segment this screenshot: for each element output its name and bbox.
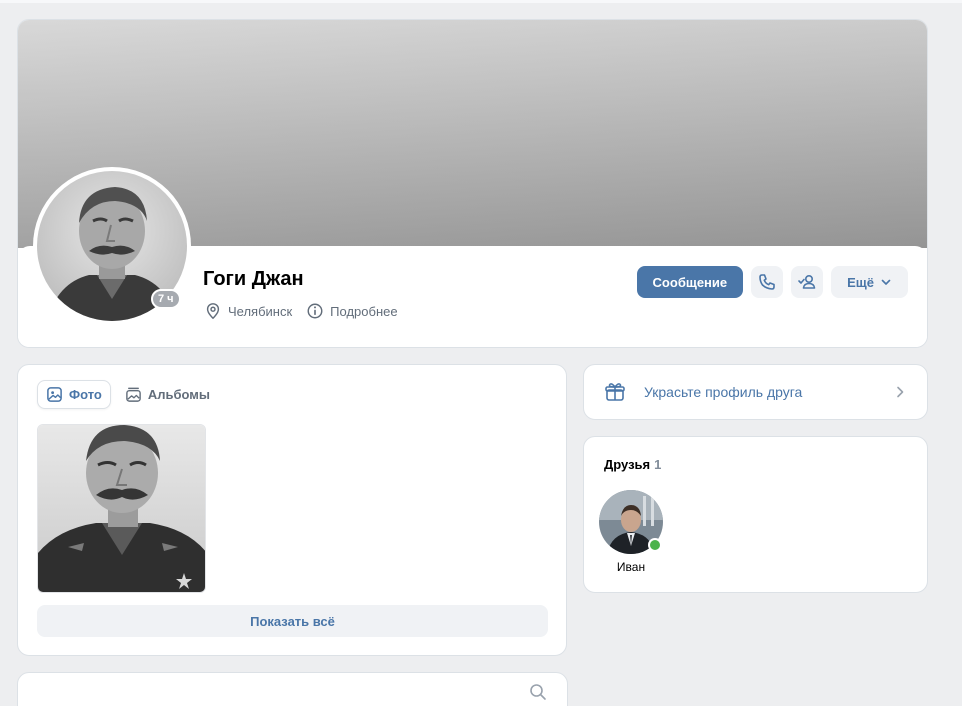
city-label: Челябинск	[228, 303, 293, 319]
image-icon	[47, 387, 62, 402]
decorate-profile-card[interactable]: Украсьте профиль друга	[583, 364, 928, 420]
photos-card: Фото Альбомы Показать всё	[17, 364, 567, 656]
tab-photos-label: Фото	[69, 387, 102, 402]
decorate-profile-label: Украсьте профиль друга	[644, 384, 803, 400]
last-seen-badge: 7 ч	[151, 289, 181, 309]
tab-albums[interactable]: Альбомы	[117, 380, 218, 409]
friends-count: 1	[654, 457, 662, 472]
city-item[interactable]: Челябинск	[204, 302, 292, 320]
tab-photos[interactable]: Фото	[37, 380, 111, 409]
albums-icon	[126, 387, 141, 402]
profile-name: Гоги Джан	[203, 268, 304, 290]
friend-name: Иван	[616, 560, 646, 574]
portrait-photo-image	[38, 425, 205, 592]
profile-actions: Сообщение Ещё	[636, 266, 908, 298]
photo-thumbnail[interactable]	[37, 424, 206, 593]
top-bar-strip	[0, 0, 962, 3]
friend-status-button[interactable]	[791, 266, 824, 298]
wall-search-card	[17, 672, 568, 706]
search-icon[interactable]	[529, 683, 547, 701]
gift-icon	[605, 383, 625, 401]
message-button[interactable]: Сообщение	[636, 266, 744, 298]
tab-albums-label: Альбомы	[147, 387, 211, 402]
location-pin-icon	[206, 303, 220, 320]
profile-meta: Челябинск Подробнее	[204, 302, 412, 320]
online-indicator	[648, 538, 662, 552]
friends-header[interactable]: Друзья 1	[604, 457, 661, 472]
chevron-down-icon	[881, 279, 891, 285]
info-icon	[307, 303, 323, 319]
chevron-right-icon	[897, 386, 904, 398]
user-check-icon	[798, 274, 816, 289]
more-label: Ещё	[847, 274, 874, 290]
phone-icon	[759, 274, 775, 290]
friend-item[interactable]: Иван	[599, 490, 663, 574]
photos-tabs: Фото Альбомы	[37, 380, 218, 409]
details-link: Подробнее	[330, 303, 398, 319]
details-item[interactable]: Подробнее	[306, 302, 398, 320]
call-button[interactable]	[751, 266, 784, 298]
show-all-button[interactable]: Показать всё	[37, 605, 548, 637]
friends-card: Друзья 1 Иван	[583, 436, 928, 593]
more-button[interactable]: Ещё	[831, 266, 908, 298]
friends-title: Друзья	[604, 457, 651, 472]
